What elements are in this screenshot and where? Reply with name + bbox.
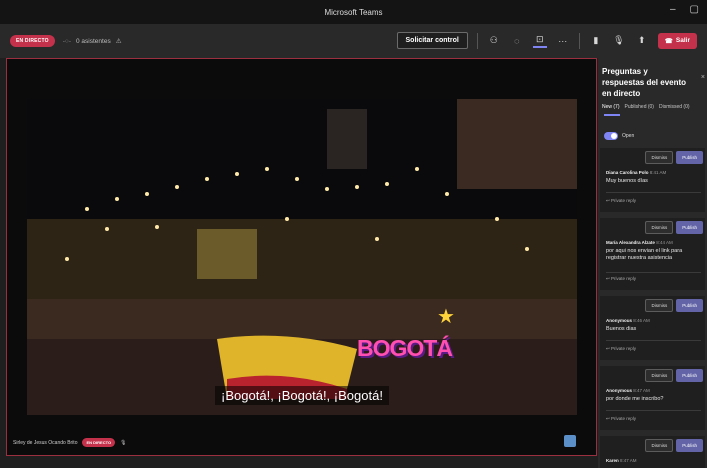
question-actions: Dismiss Publish [645,369,703,382]
publish-button[interactable]: Publish [676,221,703,234]
active-tab-indicator [604,114,620,116]
private-reply-link[interactable]: ↩ Private reply [606,276,636,282]
window-controls: – ▢ [670,4,699,15]
live-caption: ¡Bogotá!, ¡Bogotá!, ¡Bogotá! [27,386,577,405]
dismiss-button[interactable]: Dismiss [645,299,674,312]
question-meta: Diana Carolina Polo 8:41 AM [606,170,666,175]
private-reply-link[interactable]: ↩ Private reply [606,416,636,422]
question-actions: Dismiss Publish [645,439,703,452]
caption-text: ¡Bogotá!, ¡Bogotá!, ¡Bogotá! [215,386,389,405]
share-icon[interactable]: ⬆ [635,34,649,48]
presenter-live-badge: EN DIRECTO [82,438,116,447]
question-actions: Dismiss Publish [645,299,703,312]
question-text: por aqui nos envian el link para registr… [606,248,683,261]
open-toggle[interactable] [604,132,618,140]
dismiss-button[interactable]: Dismiss [645,221,674,234]
tab-new[interactable]: New (7) [602,104,620,110]
divider [578,32,580,49]
video-scene [27,99,577,415]
chat-icon[interactable]: ◌ [510,34,524,48]
people-icon[interactable]: ⚇ [487,34,501,48]
qa-tabs: New (7) Published (0) Dismissed (0) [602,104,690,110]
leave-label: Salir [675,37,690,44]
more-options-icon[interactable]: ··· [556,34,570,48]
divider [476,32,478,49]
question-meta: Anonymous 8:46 AM [606,318,650,323]
qa-panel: Preguntas y respuestas del evento en dir… [598,58,707,468]
question-actions: Dismiss Publish [645,151,703,164]
video-stage: ★ BOGOTÁ ¡Bogotá!, ¡Bogotá!, ¡Bogotá! Si… [6,58,597,456]
publish-button[interactable]: Publish [676,369,703,382]
close-icon[interactable]: × [701,74,705,81]
question-text: Buenos dias [606,326,637,332]
question-time: 8:47 AM [633,388,650,393]
live-video[interactable]: ★ BOGOTÁ ¡Bogotá!, ¡Bogotá!, ¡Bogotá! [27,99,577,415]
attendee-info: -○- 0 asistentes ⚠ [62,37,122,46]
divider [606,192,701,193]
request-control-button[interactable]: Solicitar control [396,32,468,49]
open-toggle-label: Open [622,133,635,139]
question-card: Dismiss Publish Anonymous 8:47 AM por do… [600,366,705,430]
mic-icon: 🎙 [120,439,127,446]
question-actions: Dismiss Publish [645,221,703,234]
presenter-name: Sirley de Jesus Ocando Brito [13,439,78,446]
question-time: 8:44 AM [656,240,673,245]
phone-icon: ☎ [664,37,673,45]
star-decoration: ★ [437,306,455,328]
private-reply-link[interactable]: ↩ Private reply [606,198,636,204]
warning-icon[interactable]: ⚠ [116,37,122,45]
window-title: Microsoft Teams [324,7,383,17]
open-toggle-row: Open [604,132,634,140]
dismiss-button[interactable]: Dismiss [645,151,674,164]
question-author: María Alexandra Alzate [606,240,655,245]
dismiss-button[interactable]: Dismiss [645,369,674,382]
question-time: 8:47 AM [620,458,637,463]
tab-dismissed[interactable]: Dismissed (0) [659,104,690,110]
meeting-toolbar: EN DIRECTO -○- 0 asistentes ⚠ Solicitar … [0,24,707,58]
dismiss-button[interactable]: Dismiss [645,439,674,452]
mic-off-icon[interactable]: 🎙 [612,34,626,48]
reply-label: Private reply [611,276,637,281]
question-time: 8:41 AM [649,170,667,175]
question-author: Anonymous [606,318,633,323]
publish-button[interactable]: Publish [676,439,703,452]
camera-off-icon[interactable]: ▮ [589,34,603,48]
question-time: 8:46 AM [633,318,650,323]
question-meta: Karen 8:47 AM [606,458,637,463]
tab-published[interactable]: Published (0) [625,104,654,110]
maximize-button[interactable]: ▢ [690,4,699,15]
question-text: Muy buenos días [606,178,648,184]
qa-panel-title: Preguntas y respuestas del evento en dir… [602,67,687,98]
title-bar: Microsoft Teams – ▢ [0,0,707,24]
publish-button[interactable]: Publish [676,299,703,312]
question-card: Dismiss Publish Anonymous 8:46 AM Buenos… [600,296,705,360]
question-card: Dismiss Publish María Alexandra Alzate 8… [600,218,705,290]
reply-label: Private reply [611,198,637,203]
minimize-button[interactable]: – [670,4,676,15]
reply-label: Private reply [611,346,637,351]
question-meta: María Alexandra Alzate 8:44 AM [606,240,673,245]
reply-label: Private reply [611,416,637,421]
question-author: Diana Carolina Polo [606,170,649,175]
question-text: por donde me inscribo? [606,396,664,402]
leave-button[interactable]: ☎ Salir [657,32,697,49]
question-meta: Anonymous 8:47 AM [606,388,650,393]
divider [606,410,701,411]
link-icon: -○- [62,37,72,45]
attendee-count: 0 asistentes [76,37,111,45]
question-author: Karen [606,458,619,463]
qa-icon[interactable]: ⊡ [532,34,547,48]
publish-button[interactable]: Publish [676,151,703,164]
private-reply-link[interactable]: ↩ Private reply [606,346,636,352]
divider [606,272,701,273]
question-author: Anonymous [606,388,633,393]
toolbar-actions: Solicitar control ⚇ ◌ ⊡ ··· ▮ 🎙 ⬆ ☎ Sali… [396,32,697,49]
bogota-sign: BOGOTÁ [357,335,453,361]
question-card: Dismiss Publish Diana Carolina Polo 8:41… [600,148,705,212]
question-card: Dismiss Publish Karen 8:47 AM [600,436,705,468]
divider [606,340,701,341]
live-badge: EN DIRECTO [10,35,55,47]
participant-thumbnail[interactable] [564,435,576,447]
presenter-bar: Sirley de Jesus Ocando Brito EN DIRECTO … [13,438,126,447]
